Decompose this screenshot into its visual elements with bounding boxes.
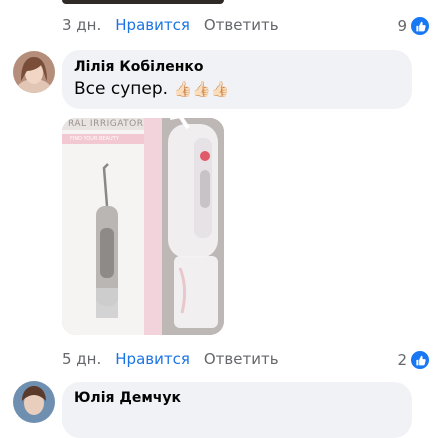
comment-bubble: Лілія Кобіленко Все супер. 👍🏻👍🏻👍🏻 [62,50,412,109]
thumbs-up-icon [410,350,430,370]
comment-author[interactable]: Юлія Демчук [74,389,400,407]
comment-author[interactable]: Лілія Кобіленко [74,58,400,76]
reply-button[interactable]: Ответить [204,350,279,368]
reaction-count: 9 [397,17,407,35]
reaction-count: 2 [397,351,407,369]
comment-text: Все супер. 👍🏻👍🏻👍🏻 [74,78,400,100]
thumbs-up-emoji: 👍🏻👍🏻👍🏻 [173,80,230,98]
comment-photo[interactable]: RAL IRRIGATOR FIND YOUR BEAUTY [62,118,224,335]
like-button[interactable]: Нравится [115,16,190,34]
reaction-summary[interactable]: 9 [397,16,430,36]
comment-actions: 5 дн. Нравится Ответить [62,350,279,368]
reaction-summary[interactable]: 2 [397,350,430,370]
comment-bubble: Юлія Демчук [62,382,412,438]
photo-box-title: RAL IRRIGATOR [68,119,144,129]
avatar[interactable] [13,381,55,423]
previous-comment-photo[interactable] [62,0,224,4]
avatar[interactable] [13,51,55,93]
reply-button[interactable]: Ответить [204,16,279,34]
comment-time[interactable]: 3 дн. [62,16,101,34]
comment-text-body: Все супер. [74,79,169,99]
comment-actions: 3 дн. Нравится Ответить [62,16,279,34]
comment-time[interactable]: 5 дн. [62,350,101,368]
thumbs-up-icon [410,16,430,36]
like-button[interactable]: Нравится [115,350,190,368]
photo-box-subtitle: FIND YOUR BEAUTY [70,136,119,142]
